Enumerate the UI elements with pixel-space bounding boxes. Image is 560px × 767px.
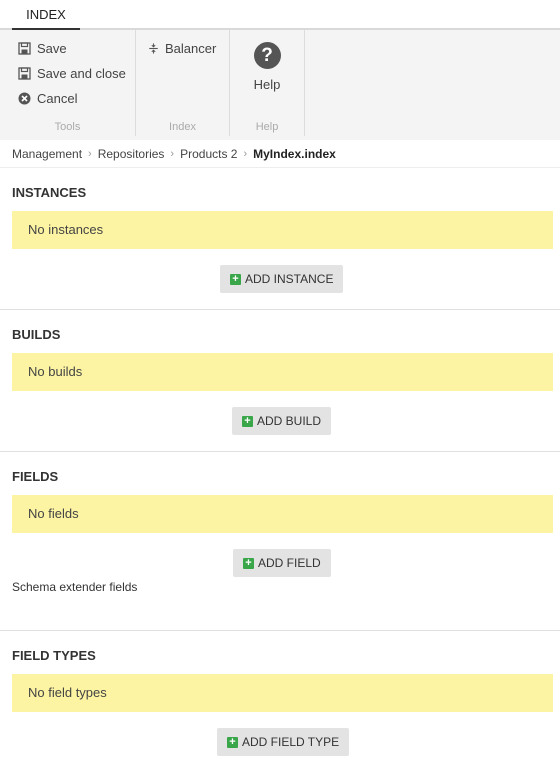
add-build-button[interactable]: + ADD BUILD bbox=[232, 407, 332, 435]
add-instance-label: ADD INSTANCE bbox=[245, 272, 334, 286]
plus-icon: + bbox=[227, 736, 238, 748]
field-types-empty-message: No field types bbox=[12, 674, 553, 712]
fields-section: FIELDS No fields + ADD FIELD Schema exte… bbox=[0, 452, 560, 631]
save-close-icon bbox=[18, 66, 31, 80]
cancel-label: Cancel bbox=[37, 90, 78, 106]
breadcrumb-current: MyIndex.index bbox=[253, 146, 336, 161]
save-button[interactable]: Save bbox=[18, 37, 67, 59]
fields-empty-message: No fields bbox=[12, 495, 553, 533]
fields-heading: FIELDS bbox=[12, 469, 59, 484]
breadcrumb: Management › Repositories › Products 2 ›… bbox=[0, 140, 560, 168]
breadcrumb-repositories[interactable]: Repositories bbox=[98, 147, 165, 161]
ribbon-group-help: ? Help Help bbox=[230, 30, 305, 136]
save-label: Save bbox=[37, 40, 67, 56]
tab-bar: INDEX bbox=[0, 0, 560, 30]
save-and-close-button[interactable]: Save and close bbox=[18, 62, 126, 84]
group-label-help: Help bbox=[255, 121, 279, 133]
instances-empty-message: No instances bbox=[12, 211, 553, 249]
add-field-button[interactable]: + ADD FIELD bbox=[233, 549, 331, 577]
plus-icon: + bbox=[230, 273, 241, 285]
ribbon-group-tools: Save Save and close Cancel Tools bbox=[0, 30, 136, 136]
plus-icon: + bbox=[242, 415, 253, 427]
chevron-right-icon: › bbox=[88, 147, 92, 160]
builds-section: BUILDS No builds + ADD BUILD bbox=[0, 310, 560, 452]
balancer-icon bbox=[149, 42, 158, 54]
save-icon bbox=[18, 41, 31, 55]
field-types-heading: FIELD TYPES bbox=[12, 648, 96, 663]
group-label-index: Index bbox=[169, 121, 196, 133]
instances-heading: INSTANCES bbox=[12, 185, 87, 200]
save-and-close-label: Save and close bbox=[37, 65, 126, 81]
schema-extender-fields-label: Schema extender fields bbox=[12, 580, 138, 594]
add-field-label: ADD FIELD bbox=[258, 556, 321, 570]
field-types-section: FIELD TYPES No field types + ADD FIELD T… bbox=[0, 631, 560, 767]
balancer-button[interactable]: Balancer bbox=[148, 37, 216, 59]
ribbon-group-index: Balancer Index bbox=[136, 30, 230, 136]
ribbon: Save Save and close Cancel Tools Balance… bbox=[0, 30, 560, 140]
builds-empty-message: No builds bbox=[12, 353, 553, 391]
breadcrumb-products[interactable]: Products 2 bbox=[180, 147, 237, 161]
add-build-label: ADD BUILD bbox=[257, 414, 322, 428]
breadcrumb-management[interactable]: Management bbox=[12, 147, 82, 161]
balancer-label: Balancer bbox=[165, 40, 217, 56]
help-icon: ? bbox=[253, 42, 281, 69]
cancel-icon bbox=[18, 92, 31, 104]
cancel-button[interactable]: Cancel bbox=[18, 87, 77, 109]
help-button[interactable]: ? Help bbox=[248, 36, 286, 92]
builds-heading: BUILDS bbox=[12, 327, 61, 342]
help-button-label: Help bbox=[253, 77, 281, 92]
instances-section: INSTANCES No instances + ADD INSTANCE bbox=[0, 168, 560, 310]
add-field-type-label: ADD FIELD TYPE bbox=[242, 735, 340, 749]
chevron-right-icon: › bbox=[243, 147, 248, 160]
tab-index[interactable]: INDEX bbox=[12, 0, 80, 30]
add-field-type-button[interactable]: + ADD FIELD TYPE bbox=[217, 728, 350, 756]
group-label-tools: Tools bbox=[54, 121, 81, 133]
plus-icon: + bbox=[243, 557, 254, 569]
add-instance-button[interactable]: + ADD INSTANCE bbox=[220, 265, 344, 293]
chevron-right-icon: › bbox=[170, 147, 175, 160]
